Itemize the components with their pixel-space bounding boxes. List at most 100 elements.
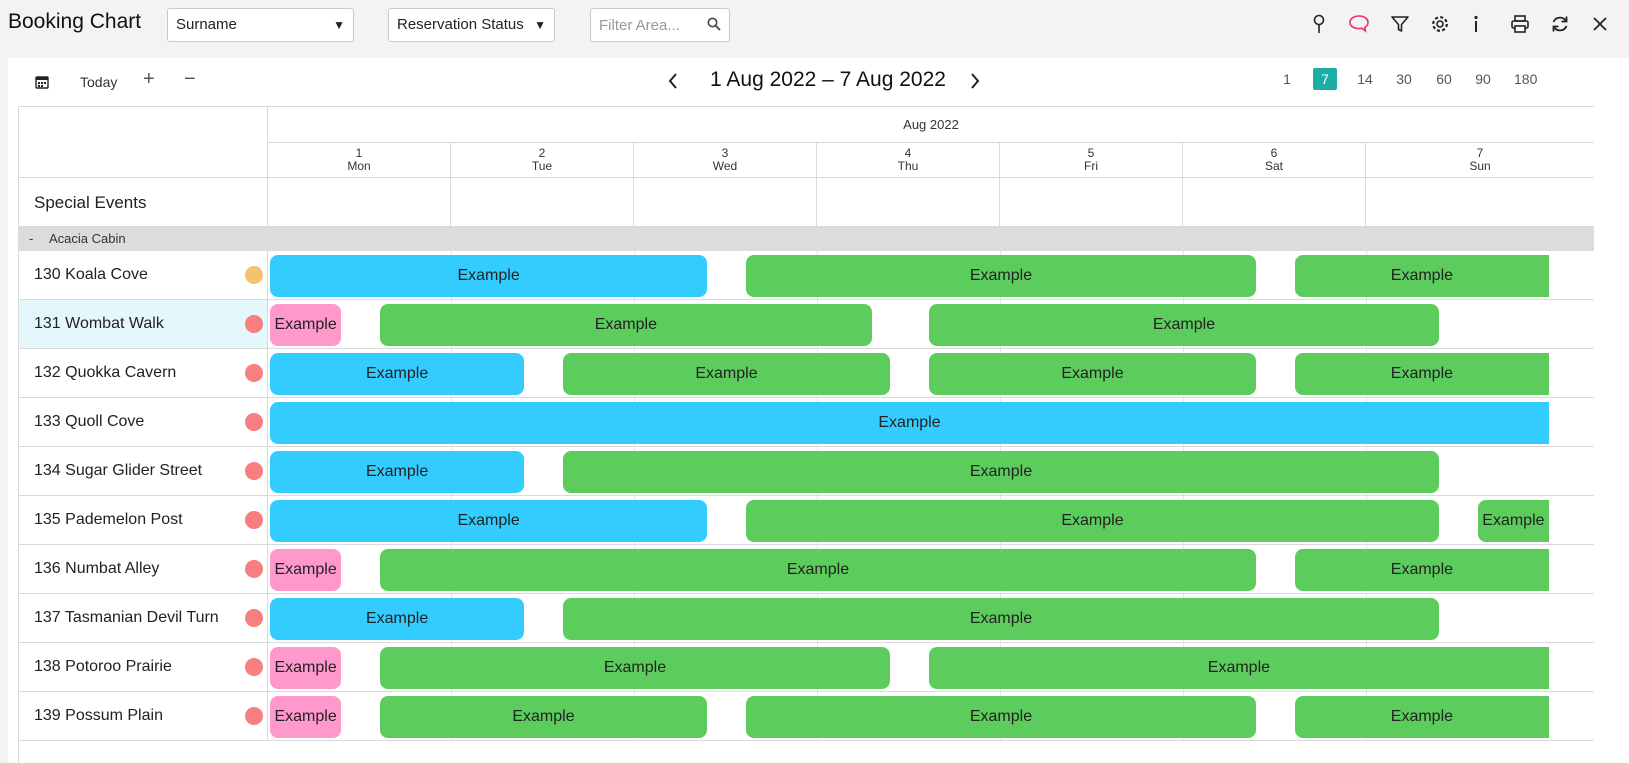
day-header: 7 Sun bbox=[1366, 143, 1594, 178]
booking-bar[interactable]: Example bbox=[270, 353, 525, 395]
booking-bar[interactable]: Example bbox=[379, 647, 891, 689]
room-name: 139 Possum Plain bbox=[34, 707, 163, 724]
room-label[interactable]: 133 Quoll Cove bbox=[19, 398, 268, 446]
booking-bar[interactable]: Example bbox=[1477, 500, 1549, 542]
filter-area-field[interactable] bbox=[590, 8, 730, 42]
booking-bar[interactable]: Example bbox=[270, 696, 342, 738]
room-status-dot bbox=[245, 658, 263, 676]
day-name: Wed bbox=[712, 159, 738, 173]
room-label[interactable]: 135 Pademelon Post bbox=[19, 496, 268, 544]
booking-bar[interactable]: Example bbox=[1294, 549, 1549, 591]
booking-bar[interactable]: Example bbox=[270, 647, 342, 689]
special-event-cell[interactable] bbox=[634, 178, 817, 227]
booking-bar[interactable]: Example bbox=[270, 598, 525, 640]
booking-bar[interactable]: Example bbox=[928, 647, 1549, 689]
special-event-cell[interactable] bbox=[268, 178, 451, 227]
settings-icon[interactable] bbox=[1428, 12, 1452, 36]
booking-bar[interactable]: Example bbox=[562, 598, 1440, 640]
special-event-cell[interactable] bbox=[817, 178, 1000, 227]
room-label[interactable]: 134 Sugar Glider Street bbox=[19, 447, 268, 495]
booking-bar[interactable]: Example bbox=[1294, 255, 1549, 297]
room-label[interactable]: 136 Numbat Alley bbox=[19, 545, 268, 593]
close-icon[interactable] bbox=[1588, 12, 1612, 36]
special-event-cell[interactable] bbox=[451, 178, 634, 227]
booking-bar[interactable]: Example bbox=[745, 500, 1440, 542]
day-header: 6 Sat bbox=[1183, 143, 1366, 178]
chevron-right-icon[interactable] bbox=[963, 69, 987, 93]
special-event-cell[interactable] bbox=[1366, 178, 1594, 227]
room-label[interactable]: 137 Tasmanian Devil Turn bbox=[19, 594, 268, 642]
day-name: Sun bbox=[1469, 159, 1491, 173]
info-icon[interactable] bbox=[1464, 12, 1488, 36]
zoom-option-90[interactable]: 90 bbox=[1471, 68, 1495, 90]
zoom-option-7[interactable]: 7 bbox=[1313, 68, 1337, 90]
booking-bar[interactable]: Example bbox=[379, 696, 708, 738]
collapse-toggle[interactable]: - bbox=[29, 227, 33, 251]
booking-bar[interactable]: Example bbox=[270, 549, 342, 591]
comment-icon[interactable] bbox=[1347, 12, 1371, 36]
room-name: 132 Quokka Cavern bbox=[34, 364, 177, 381]
room-status-dot bbox=[245, 462, 263, 480]
booking-bar[interactable]: Example bbox=[745, 696, 1257, 738]
map-pin-icon[interactable] bbox=[1307, 12, 1331, 36]
special-event-cell[interactable] bbox=[1183, 178, 1366, 227]
day-name: Tue bbox=[531, 159, 553, 173]
room-name: 137 Tasmanian Devil Turn bbox=[34, 609, 219, 626]
booking-bar[interactable]: Example bbox=[1294, 353, 1549, 395]
chevron-left-icon[interactable] bbox=[661, 69, 685, 93]
zoom-option-14[interactable]: 14 bbox=[1353, 68, 1377, 90]
booking-bar[interactable]: Example bbox=[1294, 696, 1549, 738]
filter-area-input[interactable] bbox=[597, 15, 705, 35]
special-events-label: Special Events bbox=[19, 178, 268, 227]
group-row-acacia-cabin[interactable]: - Acacia Cabin bbox=[19, 227, 1594, 251]
status-select[interactable]: Reservation Status ▼ bbox=[388, 8, 555, 42]
page-title: Booking Chart bbox=[8, 10, 142, 33]
today-button[interactable]: Today bbox=[80, 74, 117, 90]
booking-bar[interactable]: Example bbox=[270, 255, 708, 297]
room-label[interactable]: 132 Quokka Cavern bbox=[19, 349, 268, 397]
booking-bar[interactable]: Example bbox=[379, 549, 1257, 591]
zoom-in-button[interactable]: + bbox=[143, 68, 155, 91]
booking-bar[interactable]: Example bbox=[562, 451, 1440, 493]
day-name: Sat bbox=[1264, 159, 1283, 173]
booking-bar[interactable]: Example bbox=[270, 500, 708, 542]
room-label[interactable]: 130 Koala Cove bbox=[19, 251, 268, 299]
room-label[interactable]: 139 Possum Plain bbox=[19, 692, 268, 740]
room-label[interactable]: 138 Potoroo Prairie bbox=[19, 643, 268, 691]
sort-select[interactable]: Surname ▼ bbox=[167, 8, 354, 42]
room-name: 136 Numbat Alley bbox=[34, 560, 160, 577]
booking-bar[interactable]: Example bbox=[270, 402, 1549, 444]
room-status-dot bbox=[245, 315, 263, 333]
zoom-option-30[interactable]: 30 bbox=[1392, 68, 1416, 90]
room-row: 135 Pademelon Post Example Example Example bbox=[19, 496, 1594, 545]
sort-select-value: Surname bbox=[176, 16, 237, 33]
room-label[interactable]: 131 Wombat Walk bbox=[19, 300, 268, 348]
day-name: Thu bbox=[897, 159, 919, 173]
room-name: 133 Quoll Cove bbox=[34, 413, 145, 430]
zoom-option-180[interactable]: 180 bbox=[1510, 68, 1541, 90]
booking-bar[interactable]: Example bbox=[270, 451, 525, 493]
search-icon[interactable] bbox=[707, 17, 721, 36]
booking-bar[interactable]: Example bbox=[562, 353, 891, 395]
booking-bar[interactable]: Example bbox=[270, 304, 342, 346]
zoom-out-button[interactable]: − bbox=[184, 68, 196, 91]
room-status-dot bbox=[245, 364, 263, 382]
booking-bar[interactable]: Example bbox=[928, 304, 1440, 346]
room-name: 130 Koala Cove bbox=[34, 266, 148, 283]
print-icon[interactable] bbox=[1508, 12, 1532, 36]
chevron-down-icon: ▼ bbox=[534, 18, 546, 32]
zoom-option-60[interactable]: 60 bbox=[1432, 68, 1456, 90]
calendar-icon[interactable] bbox=[30, 70, 54, 94]
special-event-cell[interactable] bbox=[1000, 178, 1183, 227]
booking-bar[interactable]: Example bbox=[379, 304, 872, 346]
day-header: 1 Mon bbox=[268, 143, 451, 178]
filter-icon[interactable] bbox=[1388, 12, 1412, 36]
booking-bar[interactable]: Example bbox=[745, 255, 1257, 297]
group-label: Acacia Cabin bbox=[49, 231, 126, 246]
room-name: 134 Sugar Glider Street bbox=[34, 462, 203, 479]
date-range-label: 1 Aug 2022 – 7 Aug 2022 bbox=[710, 68, 946, 91]
booking-bar[interactable]: Example bbox=[928, 353, 1257, 395]
zoom-option-1[interactable]: 1 bbox=[1275, 68, 1299, 90]
refresh-icon[interactable] bbox=[1548, 12, 1572, 36]
status-select-value: Reservation Status bbox=[397, 16, 524, 33]
